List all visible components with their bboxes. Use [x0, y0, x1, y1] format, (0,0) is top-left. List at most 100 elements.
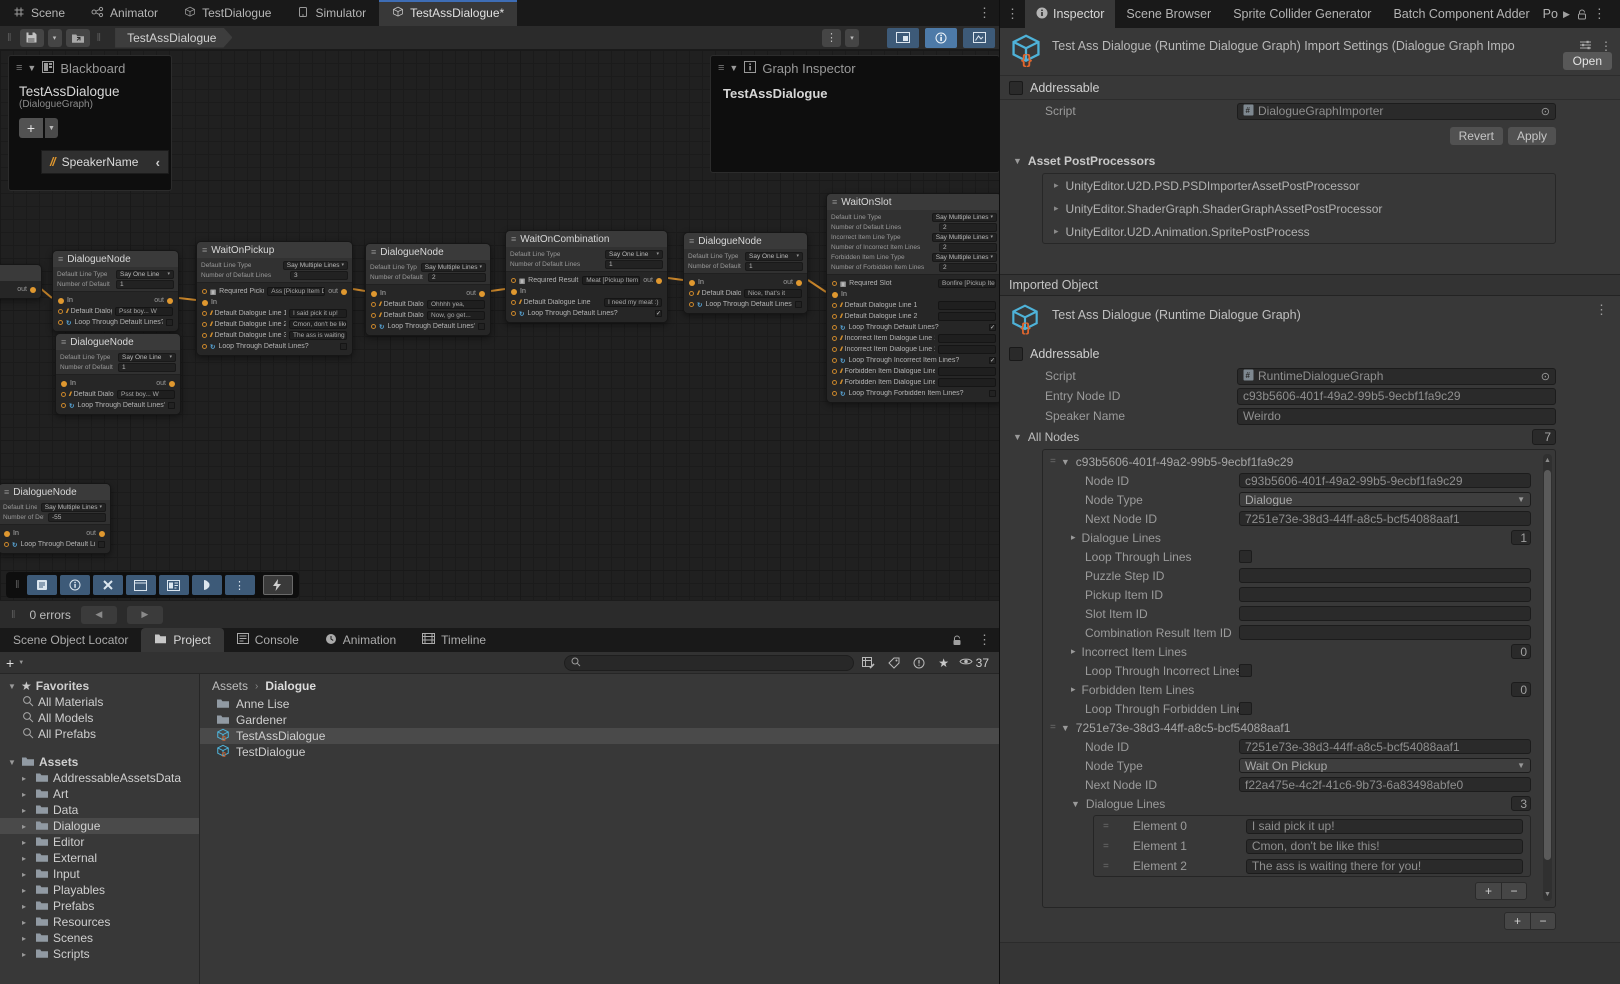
postprocessor-item[interactable]: ▸UnityEditor.U2D.Animation.SpritePostPro… [1043, 220, 1555, 243]
panel-drag-handle[interactable]: ≡ [16, 62, 21, 74]
expand-caret-icon[interactable]: ▸ [22, 902, 31, 911]
graph-inspector-toggle-button[interactable] [925, 28, 957, 48]
search-by-type-icon[interactable] [859, 657, 879, 669]
port-icon[interactable] [371, 313, 376, 318]
save-dropdown-button[interactable]: ▾ [48, 29, 62, 47]
property-field[interactable] [1239, 625, 1531, 640]
drag-handle-icon[interactable]: = [1103, 841, 1108, 852]
port-icon[interactable] [61, 392, 66, 397]
port-checkbox[interactable] [98, 541, 105, 548]
connected-port-icon[interactable] [832, 292, 838, 298]
port-icon[interactable] [832, 391, 837, 396]
node-header[interactable]: ≡StartNode [0, 265, 41, 281]
tab-scene-object-locator[interactable]: Scene Object Locator [0, 628, 141, 652]
open-button[interactable]: Open [1563, 52, 1612, 70]
drag-handle[interactable]: ‖ [8, 609, 20, 621]
file-item[interactable]: {}TestAssDialogue [200, 728, 999, 744]
node-menu-icon[interactable]: ≡ [61, 337, 66, 347]
connected-port-icon[interactable] [30, 287, 36, 293]
port-value-field[interactable]: I need my meat :) [604, 298, 662, 307]
alert-icon[interactable] [909, 657, 929, 669]
parameter-dropdown[interactable]: Say Multiple Lines▾ [932, 213, 997, 222]
port-checkbox[interactable]: ✓ [989, 357, 996, 364]
addressable-checkbox[interactable] [1009, 81, 1023, 95]
port-value-field[interactable]: The ass is waiting there for y [289, 331, 347, 340]
more-tools-kebab[interactable]: ⋮ [225, 575, 255, 595]
postprocessor-item[interactable]: ▸UnityEditor.ShaderGraph.ShaderGraphAsse… [1043, 197, 1555, 220]
tree-item-art[interactable]: ▸Art [0, 786, 199, 802]
tab-animation[interactable]: Animation [312, 628, 409, 652]
asset-postprocessors-foldout[interactable]: ▼ Asset PostProcessors [1000, 150, 1620, 172]
element-field[interactable]: Cmon, don't be like this! [1246, 839, 1523, 854]
collapse-caret-icon[interactable]: ▼ [8, 758, 17, 767]
node-menu-icon[interactable]: ≡ [832, 197, 837, 207]
foldout-row[interactable]: ▸Forbidden Item Lines0 [1043, 680, 1555, 699]
port-checkbox[interactable] [478, 323, 485, 330]
blackboard-tool-button[interactable] [27, 575, 57, 595]
port-icon[interactable] [58, 320, 63, 325]
tab-testdialogue[interactable]: TestDialogue [171, 0, 284, 26]
expand-caret-icon[interactable]: ▸ [22, 854, 31, 863]
search-by-label-icon[interactable] [884, 657, 904, 669]
property-field[interactable]: f22a475e-4c2f-41c6-9b73-6a83498abfe0 [1239, 777, 1531, 792]
pane-menu-kebab[interactable]: ⋮ [1000, 6, 1025, 22]
port-icon[interactable] [689, 291, 694, 296]
tab-batch-component-adder[interactable]: Batch Component Adder [1382, 0, 1540, 28]
property-checkbox[interactable] [1239, 664, 1252, 677]
port-icon[interactable] [689, 302, 694, 307]
project-menu-kebab[interactable]: ⋮ [970, 628, 999, 652]
blackboard-panel[interactable]: ≡ ▼ Blackboard TestAssDialogue (Dialogue… [8, 55, 172, 191]
tab-console[interactable]: Console [224, 628, 312, 652]
port-checkbox[interactable] [989, 390, 996, 397]
tab-simulator[interactable]: Simulator [284, 0, 379, 26]
favorites-item[interactable]: All Prefabs [0, 726, 199, 742]
add-node-button[interactable]: + [1505, 913, 1530, 929]
connected-port-icon[interactable] [202, 300, 208, 306]
port-value-field[interactable]: Nice, that's it [744, 289, 802, 298]
port-checkbox[interactable]: ✓ [989, 324, 996, 331]
port-value-field[interactable] [938, 367, 996, 376]
foldout-caret-icon[interactable]: ▸ [1054, 180, 1059, 191]
tree-item-external[interactable]: ▸External [0, 850, 199, 866]
port-value-field[interactable] [938, 378, 996, 387]
port-value-field[interactable]: I said pick it up! [289, 309, 347, 318]
collapse-caret-icon[interactable]: ▼ [8, 682, 17, 691]
tab-scene[interactable]: Scene [0, 0, 78, 26]
connected-port-icon[interactable] [4, 531, 10, 537]
favorite-search-icon[interactable]: ★ [934, 656, 954, 670]
tools-button[interactable] [93, 575, 123, 595]
port-icon[interactable] [58, 309, 63, 314]
foldout-caret-icon[interactable]: ▸ [1054, 203, 1059, 214]
tree-item-resources[interactable]: ▸Resources [0, 914, 199, 930]
parameter-field[interactable]: 2 [939, 243, 997, 252]
port-value-field[interactable]: Bonfire [Pickup Item D [938, 279, 996, 288]
file-item[interactable]: Gardener [200, 712, 999, 728]
port-value-field[interactable]: Psst boy... W [117, 390, 175, 399]
parameter-field[interactable]: 1 [605, 260, 663, 269]
foldout-caret-icon[interactable]: ▼ [1061, 723, 1070, 733]
parameter-dropdown[interactable]: Say Multiple Lines▾ [283, 261, 348, 270]
add-property-button[interactable]: + [19, 118, 43, 138]
minimap-toggle-button[interactable] [887, 28, 919, 48]
port-value-field[interactable]: Ass [Pickup Item Data] (P [267, 287, 325, 296]
port-value-field[interactable]: Meat [Pickup Item Data] (P [582, 276, 640, 285]
expand-caret-icon[interactable]: ▸ [22, 838, 31, 847]
port-value-field[interactable]: Ohhhh yea, [427, 300, 485, 309]
parameter-field[interactable]: 2 [939, 223, 997, 232]
parameter-field[interactable]: 2 [939, 263, 997, 272]
expand-caret-icon[interactable]: ▸ [22, 918, 31, 927]
port-value-field[interactable]: Psst boy... W [115, 307, 173, 316]
port-icon[interactable] [832, 380, 837, 385]
property-dropdown[interactable]: Wait On Pickup▼ [1239, 758, 1531, 773]
tab-animator[interactable]: Animator [78, 0, 171, 26]
port-icon[interactable] [371, 302, 376, 307]
assets-root[interactable]: ▼ Assets [0, 754, 199, 770]
connected-port-icon[interactable] [99, 531, 105, 537]
tree-item-data[interactable]: ▸Data [0, 802, 199, 818]
drag-handle-icon[interactable]: = [1103, 861, 1108, 872]
node-menu-icon[interactable]: ≡ [511, 234, 516, 244]
parameter-field[interactable]: 3 [290, 271, 348, 280]
connected-port-icon[interactable] [689, 280, 695, 286]
remove-node-button[interactable]: − [1530, 913, 1555, 929]
port-checkbox[interactable] [795, 301, 802, 308]
